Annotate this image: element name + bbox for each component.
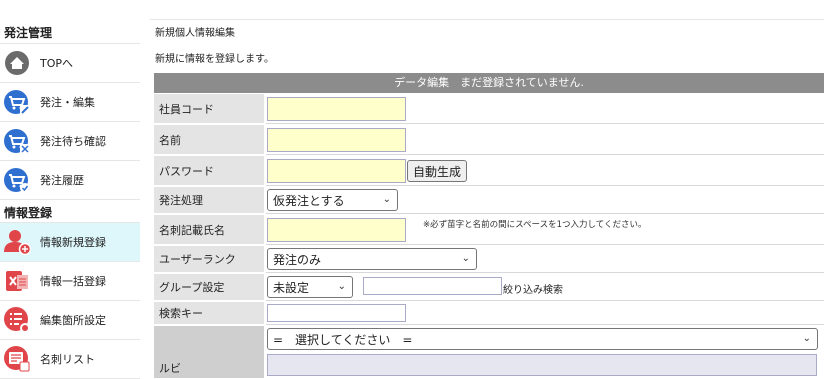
order-processing-value: 仮発注とする [273,193,345,208]
group-filter-label: 絞り込み検索 [503,285,563,296]
sidebar-item-order-edit[interactable]: 発注・編集 [0,83,140,122]
row-search-key: 検索キー [154,302,824,325]
password-label: パスワード [154,156,264,186]
list-settings-icon [3,306,31,334]
card-name-input[interactable] [267,218,406,242]
name-label: 名前 [154,125,264,155]
excel-bulk-icon [3,267,31,295]
chevron-down-icon: ⌄ [461,253,470,264]
intro-text: 新規に情報を登録します。 [155,54,274,65]
employee-code-label: 社員コード [154,94,264,124]
sidebar-item-label: 発注履歴 [40,174,84,187]
row-card-name: 名刺記載氏名 ※必ず苗字と名前の間にスペースを1つ入力してください。 [154,215,824,245]
sidebar: 発注管理 TOPへ 発注・編集 発注待ち確認 発注履歴 情報登録 情報新規登録 [0,0,140,379]
group-value: 未設定 [273,280,310,295]
home-icon [3,49,31,77]
password-input[interactable] [267,159,406,183]
card-name-label: 名刺記載氏名 [154,215,264,245]
sidebar-item-order-history[interactable]: 発注履歴 [0,161,140,200]
user-rank-select[interactable]: 発注のみ ⌄ [267,248,477,270]
form-header: データ編集 まだ登録されていません. [154,73,824,93]
group-filter-input[interactable] [363,277,502,295]
user-rank-label: ユーザーランク [154,246,264,273]
user-rank-value: 発注のみ [273,252,322,267]
sidebar-item-top[interactable]: TOPへ [0,44,140,83]
row-group: グループ設定 未設定 ⌄ 絞り込み検索 [154,274,824,301]
row-user-rank: ユーザーランク 発注のみ ⌄ [154,246,824,273]
row-ruby: ルビ = 選択してください = ⌄ [154,326,824,379]
row-order-processing: 発注処理 仮発注とする ⌄ [154,187,824,214]
order-processing-label: 発注処理 [154,187,264,214]
sidebar-item-label: 情報新規登録 [40,236,106,249]
row-employee-code: 社員コード [154,94,824,124]
group-select[interactable]: 未設定 ⌄ [267,276,353,298]
ruby-select[interactable]: = 選択してください = ⌄ [267,328,818,350]
order-section-heading: 発注管理 [4,26,53,40]
ruby-textarea[interactable] [267,354,817,376]
main-content: 新規個人情報編集 新規に情報を登録します。 データ編集 まだ登録されていません.… [150,0,824,379]
employee-code-input[interactable] [267,97,406,121]
sidebar-item-bulk-register[interactable]: 情報一括登録 [0,262,140,301]
sidebar-item-label: TOPへ [40,57,74,70]
row-password: パスワード 自動生成 [154,156,824,186]
group-label: グループ設定 [154,274,264,301]
chevron-down-icon: ⌄ [382,194,391,205]
sidebar-item-label: 発注待ち確認 [40,135,106,148]
info-section-heading: 情報登録 [4,206,53,220]
cart-wait-icon [3,127,31,155]
sidebar-item-label: 名刺リスト [40,353,95,366]
card-name-note: ※必ず苗字と名前の間にスペースを1つ入力してください。 [423,220,647,230]
ruby-label: ルビ [154,326,264,379]
search-key-label: 検索キー [154,302,264,325]
sidebar-item-edit-settings[interactable]: 編集箇所設定 [0,301,140,340]
user-add-icon [3,228,31,256]
sidebar-item-order-wait[interactable]: 発注待ち確認 [0,122,140,161]
search-key-input[interactable] [267,304,406,322]
sidebar-item-label: 編集箇所設定 [40,314,106,327]
cart-history-icon [3,166,31,194]
ruby-value: = 選択してください = [273,332,413,347]
sidebar-item-card-list[interactable]: 名刺リスト [0,340,140,379]
auto-generate-button[interactable]: 自動生成 [407,160,468,182]
page-title: 新規個人情報編集 [150,19,824,41]
chevron-down-icon: ⌄ [337,281,346,292]
sidebar-item-label: 発注・編集 [40,96,95,109]
name-input[interactable] [267,128,406,152]
chevron-down-icon: ⌄ [802,333,811,344]
cart-edit-icon [3,88,31,116]
sidebar-item-new-info[interactable]: 情報新規登録 [0,223,140,262]
sidebar-item-label: 情報一括登録 [40,275,106,288]
card-list-icon [3,345,31,373]
row-name: 名前 [154,125,824,155]
order-processing-select[interactable]: 仮発注とする ⌄ [267,189,398,211]
